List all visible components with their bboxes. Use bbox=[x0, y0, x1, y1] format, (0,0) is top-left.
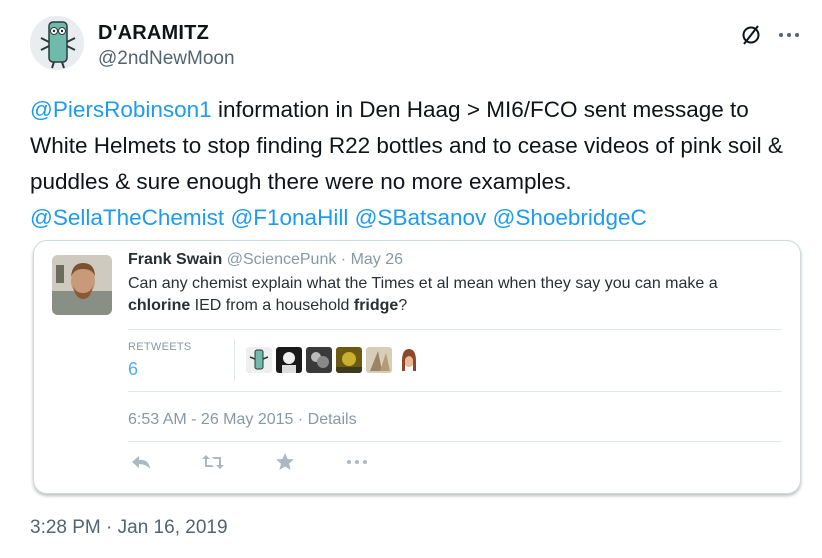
mention-link[interactable]: @F1onaHill bbox=[230, 205, 348, 230]
retweets-label: RETWEETS bbox=[128, 341, 192, 353]
retweeter-avatars bbox=[246, 347, 422, 373]
quote-text-part: Can any chemist explain what the Times e… bbox=[128, 275, 718, 292]
favorite-icon bbox=[272, 449, 298, 475]
divider bbox=[128, 441, 782, 442]
retweeter-avatar bbox=[276, 347, 302, 373]
mention-link[interactable]: @SBatsanov bbox=[355, 205, 487, 230]
mention-link[interactable]: @ShoebridgeC bbox=[493, 205, 647, 230]
quote-text-bold: chlorine bbox=[128, 297, 191, 314]
circle-slash-icon[interactable] bbox=[736, 20, 766, 50]
quote-details-link: Details bbox=[307, 411, 357, 428]
quote-text-bold: fridge bbox=[353, 297, 399, 314]
reply-icon bbox=[128, 449, 154, 475]
author-avatar[interactable] bbox=[30, 16, 84, 70]
quoted-tweet-image[interactable]: Frank Swain @SciencePunk · May 26 Can an… bbox=[33, 240, 801, 494]
tweet-timestamp[interactable]: 3:28 PM · Jan 16, 2019 bbox=[30, 517, 228, 539]
quote-author-avatar bbox=[52, 255, 112, 315]
quote-actions bbox=[128, 449, 416, 475]
author-handle[interactable]: @2ndNewMoon bbox=[98, 48, 235, 70]
retweets-count: 6 bbox=[128, 359, 139, 379]
retweeter-avatar bbox=[336, 347, 362, 373]
ellipsis-icon[interactable] bbox=[774, 20, 804, 50]
quote-header: Frank Swain @SciencePunk · May 26 bbox=[128, 251, 403, 269]
author-name[interactable]: D'ARAMITZ bbox=[98, 22, 209, 45]
more-icon bbox=[344, 449, 370, 475]
quote-meta-sep: · bbox=[336, 251, 351, 268]
quote-author-handle[interactable]: @SciencePunk bbox=[227, 251, 337, 268]
retweeter-avatar bbox=[246, 347, 272, 373]
quote-time: 6:53 AM - 26 May 2015 bbox=[128, 411, 294, 428]
quote-date: May 26 bbox=[350, 251, 404, 268]
quote-author-name[interactable]: Frank Swain bbox=[128, 251, 222, 268]
mention-link[interactable]: @SellaTheChemist bbox=[30, 205, 224, 230]
mention-link[interactable]: @PiersRobinson1 bbox=[30, 97, 212, 122]
quote-details-sep: · bbox=[293, 411, 308, 428]
quote-text-part: IED from a household bbox=[190, 297, 354, 314]
retweet-icon bbox=[200, 449, 226, 475]
tweet-text: @PiersRobinson1 information in Den Haag … bbox=[30, 92, 800, 236]
quote-text-part: ? bbox=[398, 297, 408, 314]
person-photo-icon bbox=[52, 255, 112, 315]
cartoon-character-avatar-icon bbox=[30, 16, 84, 70]
quote-text: Can any chemist explain what the Times e… bbox=[128, 273, 768, 317]
divider bbox=[128, 391, 782, 392]
retweeter-avatar bbox=[396, 347, 422, 373]
divider bbox=[234, 339, 235, 381]
divider bbox=[128, 329, 782, 330]
retweeter-avatar bbox=[306, 347, 332, 373]
quote-timestamp: 6:53 AM - 26 May 2015 · Details bbox=[128, 411, 357, 429]
retweeter-avatar bbox=[366, 347, 392, 373]
